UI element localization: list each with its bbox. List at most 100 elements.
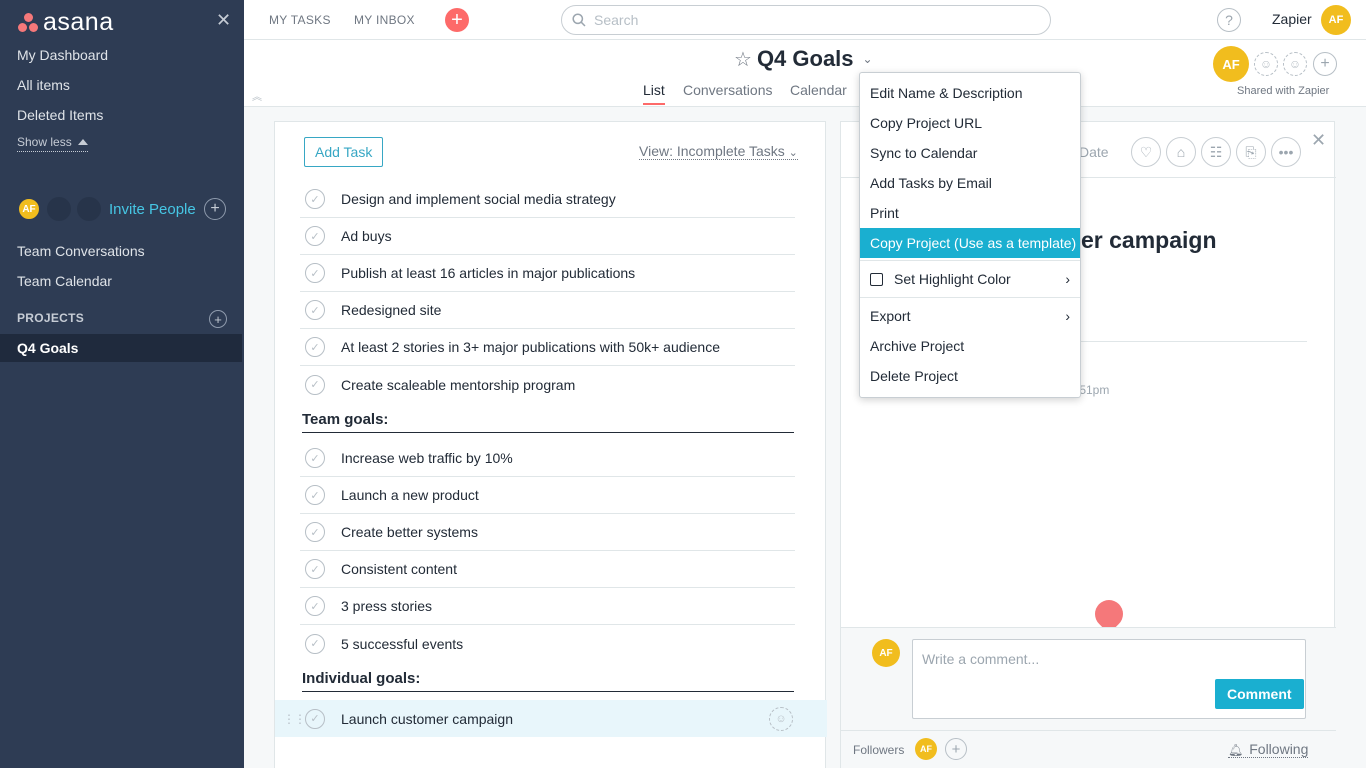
asana-logo[interactable]: asana (17, 8, 114, 37)
task-name[interactable]: Publish at least 16 articles in major pu… (341, 265, 635, 281)
assignee-placeholder-icon[interactable]: ☺ (769, 706, 793, 731)
menu-item-archive[interactable]: Archive Project (860, 331, 1080, 361)
task-row[interactable]: ✓ 3 press stories (300, 588, 795, 625)
task-row[interactable]: ✓ Create scaleable mentorship program (300, 366, 795, 403)
chevron-down-icon[interactable]: ⌄ (863, 52, 873, 66)
subtask-icon[interactable]: ☷ (1201, 137, 1231, 167)
view-filter-select[interactable]: View: Incomplete Tasks ⌄ (639, 143, 798, 160)
task-name[interactable]: Ad buys (341, 228, 392, 244)
attachment-icon[interactable]: ⎘ (1236, 137, 1266, 167)
task-name[interactable]: Consistent content (341, 561, 457, 577)
user-avatar[interactable]: AF (1321, 5, 1351, 35)
add-member-plus-icon[interactable]: + (1313, 52, 1337, 76)
quick-add-plus-icon[interactable]: + (445, 8, 469, 32)
close-sidebar-icon[interactable]: ✕ (216, 10, 231, 31)
section-header-team-goals[interactable]: Team goals: (302, 411, 794, 433)
sidebar-item-team-conversations[interactable]: Team Conversations (17, 243, 145, 259)
complete-check-icon[interactable]: ✓ (305, 708, 325, 729)
help-icon[interactable]: ? (1217, 8, 1241, 32)
complete-check-icon[interactable]: ✓ (305, 300, 325, 320)
search-input[interactable] (594, 12, 1014, 28)
complete-check-icon[interactable]: ✓ (305, 189, 325, 209)
task-name[interactable]: Redesigned site (341, 302, 441, 318)
add-member-placeholder-icon[interactable]: ☺ (1283, 52, 1307, 76)
comment-button[interactable]: Comment (1215, 679, 1304, 709)
my-inbox-link[interactable]: MY INBOX (354, 13, 415, 27)
add-task-button[interactable]: Add Task (304, 137, 384, 167)
page-title[interactable]: Q4 Goals (757, 46, 854, 72)
sidebar-item-q4-goals[interactable]: Q4 Goals (0, 334, 242, 362)
complete-check-icon[interactable]: ✓ (305, 226, 325, 246)
project-owner-avatar[interactable]: AF (1213, 46, 1249, 82)
add-follower-plus-icon[interactable]: + (945, 738, 967, 760)
my-tasks-link[interactable]: MY TASKS (269, 13, 331, 27)
sidebar-item-my-dashboard[interactable]: My Dashboard (17, 47, 108, 63)
search-bar[interactable] (561, 5, 1051, 35)
task-row[interactable]: ✓ Ad buys (300, 218, 795, 255)
task-name[interactable]: 5 successful events (341, 636, 463, 652)
menu-item-delete[interactable]: Delete Project (860, 361, 1080, 391)
tab-list[interactable]: List (643, 82, 665, 105)
menu-item-print[interactable]: Print (860, 198, 1080, 228)
menu-item-sync-calendar[interactable]: Sync to Calendar (860, 138, 1080, 168)
tab-conversations[interactable]: Conversations (683, 82, 773, 98)
complete-check-icon[interactable]: ✓ (305, 337, 325, 357)
task-row[interactable]: ✓ Launch a new product (300, 477, 795, 514)
menu-item-add-tasks-email[interactable]: Add Tasks by Email (860, 168, 1080, 198)
collapse-up-icon[interactable]: ︽ (252, 88, 262, 103)
show-less-toggle[interactable]: Show less (17, 135, 88, 152)
task-name[interactable]: Create scaleable mentorship program (341, 377, 575, 393)
tab-calendar[interactable]: Calendar (790, 82, 847, 98)
menu-item-export[interactable]: Export › (860, 301, 1080, 331)
star-icon[interactable]: ☆ (734, 47, 752, 72)
task-row[interactable]: ✓ Redesigned site (300, 292, 795, 329)
close-icon[interactable]: ✕ (1311, 130, 1326, 151)
task-name[interactable]: Design and implement social media strate… (341, 191, 616, 207)
menu-item-highlight-color[interactable]: Set Highlight Color › (860, 264, 1080, 294)
complete-check-icon[interactable]: ✓ (305, 522, 325, 542)
task-name[interactable]: Launch a new product (341, 487, 479, 503)
following-toggle[interactable]: 🔔︎ Following (1228, 741, 1309, 758)
complete-check-icon[interactable]: ✓ (305, 263, 325, 283)
complete-check-icon[interactable]: ✓ (305, 448, 325, 468)
complete-check-icon[interactable]: ✓ (305, 374, 325, 395)
sidebar-item-team-calendar[interactable]: Team Calendar (17, 273, 112, 289)
task-row[interactable]: ✓ Create better systems (300, 514, 795, 551)
task-row[interactable]: ✓ Increase web traffic by 10% (300, 440, 795, 477)
invite-people-link[interactable]: Invite People (109, 201, 196, 218)
task-name[interactable]: Create better systems (341, 524, 478, 540)
org-name[interactable]: Zapier (1272, 11, 1312, 27)
task-name[interactable]: Launch customer campaign (341, 711, 513, 727)
follower-avatar[interactable]: AF (915, 738, 937, 760)
avatar[interactable]: AF (17, 197, 41, 221)
heart-icon[interactable]: ♡ (1131, 137, 1161, 167)
sidebar-item-deleted-items[interactable]: Deleted Items (17, 107, 103, 123)
tag-icon[interactable]: ⌂ (1166, 137, 1196, 167)
drag-handle-icon[interactable]: ⋮⋮ (283, 712, 306, 726)
task-row[interactable]: ✓ At least 2 stories in 3+ major publicat… (300, 329, 795, 366)
add-member-placeholder-icon[interactable]: ☺ (1254, 52, 1278, 76)
menu-item-copy-url[interactable]: Copy Project URL (860, 108, 1080, 138)
task-name[interactable]: 3 press stories (341, 598, 432, 614)
add-project-plus-icon[interactable]: + (209, 310, 227, 328)
task-row[interactable]: ✓ Consistent content (300, 551, 795, 588)
task-row[interactable]: ✓ 5 successful events (300, 625, 795, 662)
complete-check-icon[interactable]: ✓ (305, 633, 325, 654)
section-header-individual-goals[interactable]: Individual goals: (302, 670, 794, 692)
due-date-field[interactable]: Date (1079, 144, 1109, 160)
complete-check-icon[interactable]: ✓ (305, 559, 325, 579)
menu-item-copy-project[interactable]: Copy Project (Use as a template) (860, 228, 1080, 258)
task-row-selected[interactable]: ⋮⋮ ✓ Launch customer campaign ☺ (275, 700, 827, 737)
complete-check-icon[interactable]: ✓ (305, 485, 325, 505)
add-member-plus-icon[interactable]: + (204, 198, 226, 220)
complete-check-icon[interactable]: ✓ (305, 596, 325, 616)
task-name[interactable]: Increase web traffic by 10% (341, 450, 513, 466)
task-row[interactable]: ✓ Design and implement social media strat… (300, 181, 795, 218)
sidebar-item-all-items[interactable]: All items (17, 77, 70, 93)
menu-item-edit-name[interactable]: Edit Name & Description (860, 78, 1080, 108)
comment-box[interactable]: Comment (912, 639, 1306, 719)
task-title[interactable]: er campaign (1081, 227, 1217, 254)
more-icon[interactable]: ••• (1271, 137, 1301, 167)
task-row[interactable]: ✓ Publish at least 16 articles in major p… (300, 255, 795, 292)
task-name[interactable]: At least 2 stories in 3+ major publicati… (341, 339, 720, 355)
